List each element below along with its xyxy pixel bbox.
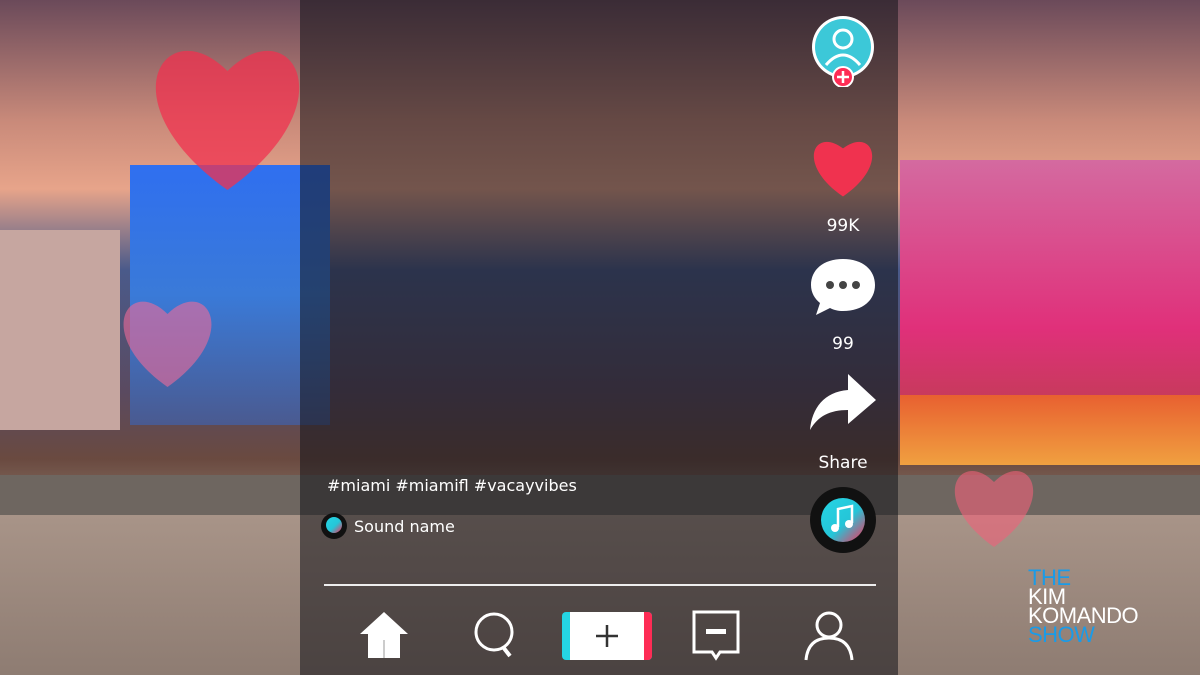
inbox-icon[interactable] [690, 610, 742, 662]
awnings-orange [900, 395, 1200, 465]
profile-avatar-button[interactable] [808, 15, 878, 88]
sound-disc-button[interactable] [808, 487, 878, 558]
sound-name[interactable]: Sound name [320, 512, 455, 540]
music-note-icon [810, 487, 876, 553]
heart-icon [954, 470, 1034, 547]
comment-icon [811, 259, 875, 315]
like-button[interactable]: 99K [808, 135, 878, 236]
comment-button[interactable]: 99 [808, 255, 878, 354]
sound-name-label: Sound name [354, 516, 455, 536]
share-label: Share [818, 453, 868, 473]
search-icon[interactable] [470, 610, 522, 660]
create-plus-button[interactable] [562, 612, 652, 660]
avatar-icon [812, 16, 874, 88]
home-icon[interactable] [358, 610, 410, 660]
hashtags[interactable]: #miami #miamifl #vacayvibes [327, 476, 577, 495]
heart-icon [813, 141, 873, 197]
building-left [0, 230, 120, 430]
nav-divider [324, 584, 876, 586]
comment-count: 99 [832, 334, 854, 354]
kim-komando-show-logo: THE KIM KOMANDO SHOW [1028, 567, 1139, 646]
heart-icon [155, 50, 300, 190]
profile-icon[interactable] [802, 610, 856, 662]
share-arrow-icon [810, 374, 876, 430]
heart-icon [123, 301, 212, 387]
share-button[interactable]: Share [808, 372, 878, 473]
like-count: 99K [826, 216, 860, 236]
sound-disc-icon [321, 513, 347, 539]
